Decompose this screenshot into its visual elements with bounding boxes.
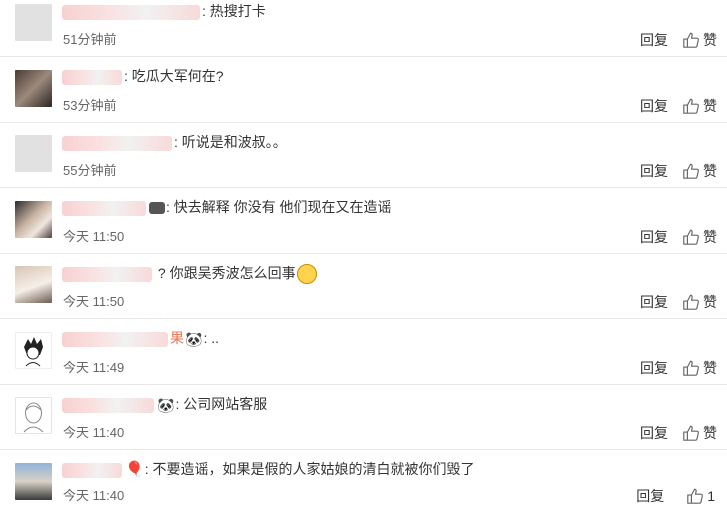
sketch-avatar-icon [24, 337, 43, 367]
username-blurred[interactable] [62, 4, 200, 20]
comment-text: 不要造谣，如果是假的人家姑娘的清白就被你们毁了 [152, 461, 475, 477]
like-label: 赞 [703, 229, 717, 245]
reply-button[interactable]: 回复 [640, 30, 668, 50]
colon: : [174, 134, 178, 150]
thumbs-up-icon [683, 425, 699, 441]
comment-actions: 回复 赞 [640, 30, 717, 50]
like-button[interactable]: 赞 [682, 292, 717, 312]
panda-emoji-icon: 🐼 [157, 397, 175, 414]
like-button[interactable]: 赞 [682, 227, 717, 247]
avatar[interactable] [15, 135, 52, 172]
comment-actions: 回复 赞 [640, 161, 717, 181]
username-blurred[interactable] [62, 135, 172, 151]
username-blurred[interactable] [62, 69, 122, 85]
reply-button[interactable]: 回复 [640, 358, 668, 378]
username-blurred[interactable] [62, 200, 146, 216]
comment-item: : 快去解释 你没有 他们现在又在造谣 今天 11:50 回复 赞 [0, 188, 727, 254]
username-suffix[interactable]: 果 [170, 330, 184, 346]
thumbs-up-icon [683, 229, 699, 245]
like-label: 赞 [703, 98, 717, 114]
like-label: 赞 [703, 32, 717, 48]
outline-avatar-icon [23, 402, 44, 433]
like-button[interactable]: 赞 [682, 96, 717, 116]
like-label: 赞 [703, 425, 717, 441]
avatar[interactable] [15, 332, 52, 369]
comment-text: 吃瓜大军何在? [131, 68, 224, 84]
reply-button[interactable]: 回复 [640, 292, 668, 312]
avatar[interactable] [15, 4, 52, 41]
thumbs-up-icon [683, 360, 699, 376]
thumbs-up-icon [683, 163, 699, 179]
comment-actions: 回复 赞 [640, 292, 717, 312]
comment-item: : 热搜打卡 51分钟前 回复 赞 [0, 0, 727, 57]
timestamp: 53分钟前 [63, 98, 117, 113]
thumbs-up-icon [683, 98, 699, 114]
avatar[interactable] [15, 201, 52, 238]
comment-text: 公司网站客服 [183, 396, 268, 412]
avatar[interactable] [15, 463, 52, 500]
username-blurred[interactable] [62, 331, 168, 347]
comment-actions: 回复 赞 [640, 96, 717, 116]
like-button[interactable]: 赞 [682, 358, 717, 378]
panda-emoji-icon: 🐼 [185, 331, 203, 348]
reply-button[interactable]: 回复 [640, 96, 668, 116]
username-blurred[interactable] [62, 397, 154, 413]
comment-item: 果🐼: .. 今天 11:49 回复 赞 [0, 319, 727, 385]
comment-item: : 听说是和波叔。。 55分钟前 回复 赞 [0, 123, 727, 188]
username-blurred[interactable] [62, 462, 122, 478]
comment-actions: 回复 赞 [640, 423, 717, 443]
like-count: 1 [707, 488, 715, 504]
like-button[interactable]: 1 [686, 487, 715, 505]
comment-text: 听说是和波叔。。 [181, 134, 287, 150]
reply-button[interactable]: 回复 [640, 161, 668, 181]
comment-actions: 回复 赞 [640, 227, 717, 247]
comment-item: 🐼: 公司网站客服 今天 11:40 回复 赞 [0, 385, 727, 450]
timestamp: 55分钟前 [63, 163, 117, 178]
timestamp: 今天 11:40 [63, 488, 125, 503]
colon: : [166, 199, 170, 215]
colon: : [144, 461, 149, 477]
comment-item: 🎈: 不要造谣，如果是假的人家姑娘的清白就被你们毁了 今天 11:40 回复 1 [0, 450, 727, 516]
reply-button[interactable]: 回复 [640, 423, 668, 443]
like-button[interactable]: 赞 [682, 30, 717, 50]
timestamp: 今天 11:49 [63, 360, 125, 375]
comment-text: ? 你跟吴秀波怎么回事 [157, 265, 296, 281]
comment-list: : 热搜打卡 51分钟前 回复 赞 : 吃瓜大军何在? 53分钟前 回复 赞:… [0, 0, 727, 512]
thumbs-up-icon [683, 294, 699, 310]
comment-item: : 吃瓜大军何在? 53分钟前 回复 赞 [0, 57, 727, 123]
like-label: 赞 [703, 360, 717, 376]
comment-actions: 回复 赞 [640, 358, 717, 378]
dog-emoji-icon [296, 264, 317, 285]
emoji-icon [149, 202, 165, 215]
timestamp: 今天 11:40 [63, 425, 125, 440]
balloon-emoji-icon: 🎈 [125, 461, 144, 479]
like-label: 赞 [703, 294, 717, 310]
colon: : [202, 3, 206, 19]
reply-button[interactable]: 回复 [640, 227, 668, 247]
colon: : [124, 68, 128, 84]
comment-text: 快去解释 你没有 他们现在又在造谣 [173, 199, 392, 215]
avatar[interactable] [15, 266, 52, 303]
timestamp: 今天 11:50 [63, 294, 125, 309]
comment-text: .. [211, 330, 219, 346]
comment-text: 热搜打卡 [209, 3, 266, 19]
thumbs-up-icon [687, 488, 704, 504]
avatar[interactable] [15, 70, 52, 107]
like-label: 赞 [703, 163, 717, 179]
avatar[interactable] [15, 397, 52, 434]
comment-item: ? 你跟吴秀波怎么回事 今天 11:50 回复 赞 [0, 254, 727, 319]
username-blurred[interactable] [62, 266, 152, 282]
timestamp: 51分钟前 [63, 32, 117, 47]
colon: : [175, 396, 180, 412]
like-button[interactable]: 赞 [682, 161, 717, 181]
comment-actions: 回复 1 [636, 486, 715, 506]
thumbs-up-icon [683, 32, 699, 48]
reply-button[interactable]: 回复 [636, 486, 664, 506]
colon: : [203, 330, 208, 346]
like-button[interactable]: 赞 [682, 423, 717, 443]
timestamp: 今天 11:50 [63, 229, 125, 244]
